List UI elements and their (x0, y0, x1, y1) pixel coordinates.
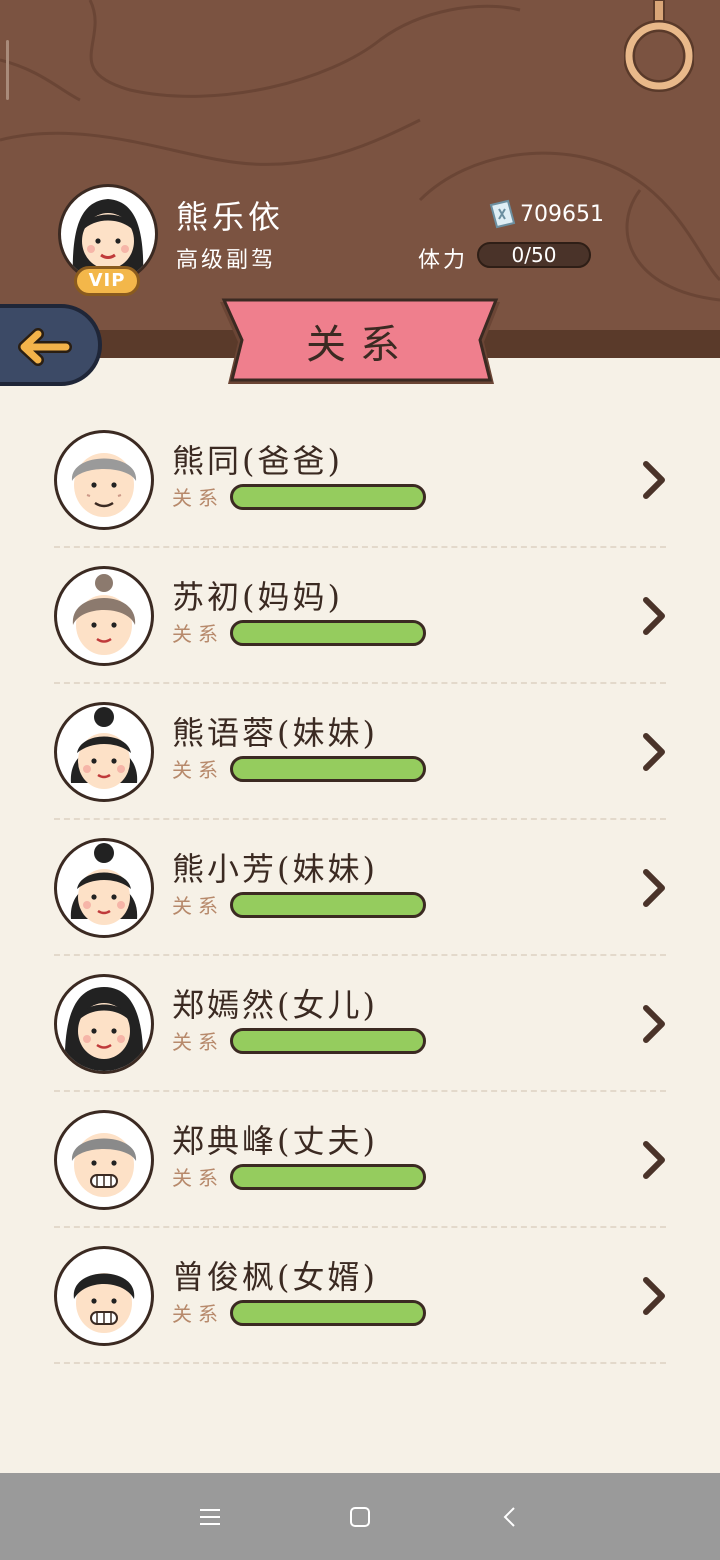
banknote-icon (489, 199, 516, 229)
relation-bar (230, 1028, 426, 1054)
relation-name: 郑典峰(丈夫) (172, 1122, 378, 1160)
old-man-face-icon (71, 453, 137, 517)
relation-bar (230, 892, 426, 918)
old-man-grin-face-icon (71, 1133, 137, 1197)
relation-row[interactable]: 熊同(爸爸) 关系 (54, 414, 666, 550)
ring-icon[interactable] (624, 0, 694, 95)
back-button[interactable] (0, 304, 102, 386)
relation-label: 关系 (172, 1166, 224, 1190)
young-man-grin-face-icon (73, 1273, 135, 1333)
row-divider (54, 1362, 666, 1364)
relation-label: 关系 (172, 758, 224, 782)
relation-bar (230, 484, 426, 510)
relation-label: 关系 (172, 1302, 224, 1326)
old-woman-face-icon (72, 574, 136, 655)
page-title: 关系 (306, 322, 414, 368)
chevron-right-icon[interactable] (640, 458, 668, 502)
chevron-right-icon[interactable] (640, 1274, 668, 1318)
vip-badge: VIP (74, 266, 140, 296)
player-rank: 高级副驾 (176, 248, 277, 273)
girl-bun-face-icon (70, 707, 138, 789)
avatar (54, 974, 154, 1074)
relation-row[interactable]: 熊小芳(妹妹) 关系 (54, 822, 666, 958)
relation-label: 关系 (172, 622, 224, 646)
row-divider (54, 682, 666, 684)
relation-label: 关系 (172, 486, 224, 510)
row-divider (54, 818, 666, 820)
relation-label: 关系 (172, 1030, 224, 1054)
relation-bar (230, 1164, 426, 1190)
stamina-bar: 0/50 (477, 242, 591, 268)
row-divider (54, 954, 666, 956)
row-divider (54, 546, 666, 548)
relation-bar (230, 620, 426, 646)
profile-header: VIP 熊乐依 高级副驾 709651 体力 0/50 (0, 0, 720, 330)
system-nav-bar (0, 1473, 720, 1560)
row-divider (54, 1226, 666, 1228)
chevron-right-icon[interactable] (640, 1138, 668, 1182)
relation-name: 熊语蓉(妹妹) (172, 714, 378, 752)
relation-name: 熊同(爸爸) (172, 442, 343, 480)
relation-name: 曾俊枫(女婿) (172, 1258, 378, 1296)
relation-bar (230, 756, 426, 782)
avatar (54, 1110, 154, 1210)
chevron-right-icon[interactable] (640, 730, 668, 774)
relation-label: 关系 (172, 894, 224, 918)
edge-handle (6, 40, 9, 100)
relation-name: 郑嫣然(女儿) (172, 986, 378, 1024)
girl-face-icon (64, 987, 144, 1071)
relation-row[interactable]: 苏初(妈妈) 关系 (54, 550, 666, 686)
relation-row[interactable]: 郑典峰(丈夫) 关系 (54, 1094, 666, 1230)
chevron-right-icon[interactable] (640, 1002, 668, 1046)
relation-name: 熊小芳(妹妹) (172, 850, 378, 888)
menu-icon[interactable] (180, 1473, 240, 1560)
chevron-right-icon[interactable] (640, 594, 668, 638)
avatar (54, 838, 154, 938)
player-name: 熊乐依 (176, 198, 285, 236)
back-chevron-icon[interactable] (480, 1473, 540, 1560)
stamina-label: 体力 (418, 248, 469, 273)
chevron-right-icon[interactable] (640, 866, 668, 910)
row-divider (54, 1090, 666, 1092)
money-display: 709651 (488, 198, 604, 230)
relation-name: 苏初(妈妈) (172, 578, 343, 616)
home-square-icon[interactable] (330, 1473, 390, 1560)
avatar (54, 702, 154, 802)
money-value: 709651 (520, 201, 604, 227)
relation-row[interactable]: 郑嫣然(女儿) 关系 (54, 958, 666, 1094)
avatar (54, 430, 154, 530)
relation-bar (230, 1300, 426, 1326)
relation-row[interactable]: 熊语蓉(妹妹) 关系 (54, 686, 666, 822)
girl-bun-face-icon (70, 843, 138, 925)
relation-row[interactable]: 曾俊枫(女婿) 关系 (54, 1230, 666, 1366)
avatar (54, 1246, 154, 1346)
avatar (54, 566, 154, 666)
back-arrow-icon (18, 328, 72, 366)
